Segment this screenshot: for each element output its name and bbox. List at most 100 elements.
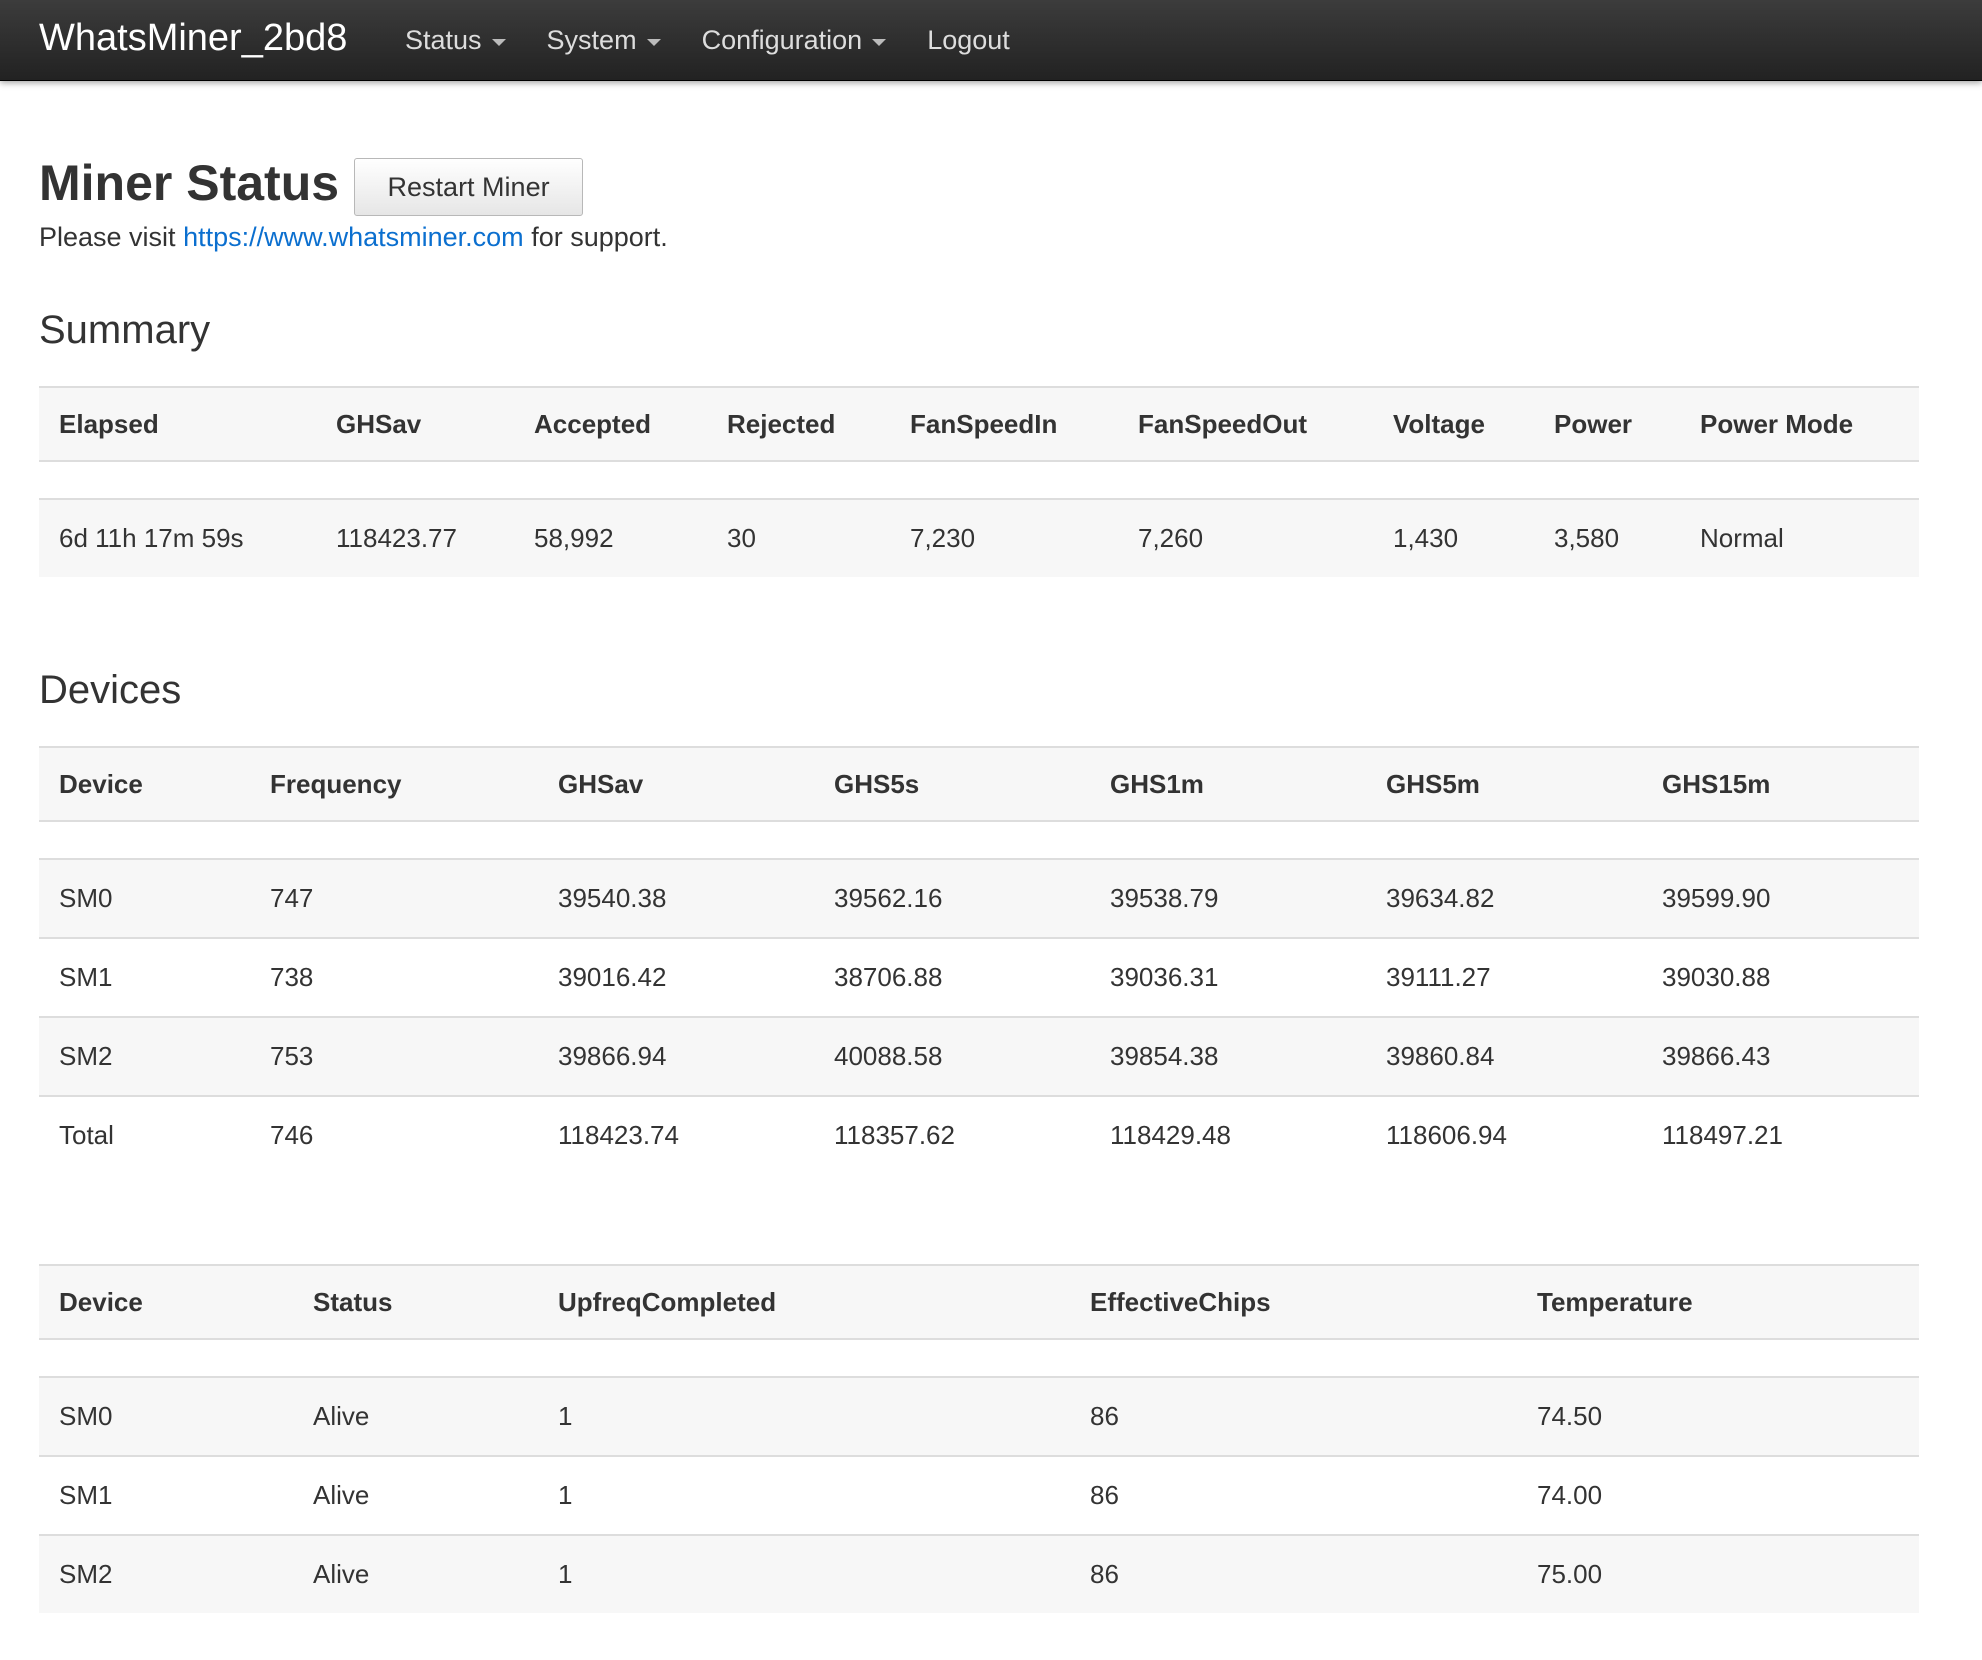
- column-header: GHS15m: [1642, 746, 1919, 822]
- table-row: SM2 Alive 1 86 75.00: [39, 1535, 1919, 1613]
- table-spacer-row: [39, 1339, 1919, 1378]
- table-cell: 1: [538, 1456, 1070, 1536]
- table-cell: 39111.27: [1366, 938, 1642, 1018]
- table-row: SM0 747 39540.38 39562.16 39538.79 39634…: [39, 859, 1919, 939]
- column-header: EffectiveChips: [1070, 1264, 1517, 1340]
- devices-table: Device Frequency GHSav GHS5s GHS1m GHS5m…: [39, 746, 1919, 1174]
- table-cell: 7,230: [890, 499, 1118, 577]
- column-header: GHS5m: [1366, 746, 1642, 822]
- table-cell: 39860.84: [1366, 1017, 1642, 1097]
- table-cell: 75.00: [1517, 1535, 1919, 1613]
- column-header: Device: [39, 1264, 293, 1340]
- column-header: FanSpeedOut: [1118, 386, 1373, 462]
- support-link[interactable]: https://www.whatsminer.com: [183, 222, 524, 252]
- table-cell: SM2: [39, 1017, 250, 1097]
- page-title: Miner Status: [39, 155, 340, 211]
- table-cell: 39016.42: [538, 938, 814, 1018]
- column-header: Power Mode: [1680, 386, 1919, 462]
- table-cell: SM0: [39, 859, 250, 939]
- table-cell: 86: [1070, 1535, 1517, 1613]
- table-cell: 3,580: [1534, 499, 1680, 577]
- nav-logout-link[interactable]: Logout: [927, 25, 1010, 56]
- table-header-row: Device Frequency GHSav GHS5s GHS1m GHS5m…: [39, 746, 1919, 822]
- table-cell: 7,260: [1118, 499, 1373, 577]
- column-header: GHS1m: [1090, 746, 1366, 822]
- column-header: UpfreqCompleted: [538, 1264, 1070, 1340]
- nav-status-label: Status: [405, 24, 482, 55]
- device-status-table: Device Status UpfreqCompleted EffectiveC…: [39, 1264, 1919, 1613]
- table-cell: Alive: [293, 1456, 538, 1536]
- summary-title: Summary: [39, 308, 211, 352]
- nav-system-menu[interactable]: System: [547, 25, 661, 56]
- table-spacer-row: [39, 821, 1919, 860]
- table-cell: 1: [538, 1377, 1070, 1457]
- table-cell: 40088.58: [814, 1017, 1090, 1097]
- table-cell: Alive: [293, 1377, 538, 1457]
- table-row: SM1 Alive 1 86 74.00: [39, 1456, 1919, 1536]
- table-cell: SM1: [39, 938, 250, 1018]
- nav-system-label: System: [546, 24, 637, 55]
- brand-title[interactable]: WhatsMiner_2bd8: [39, 0, 347, 80]
- table-row: Total 746 118423.74 118357.62 118429.48 …: [39, 1096, 1919, 1174]
- column-header: Accepted: [514, 386, 707, 462]
- column-header: Power: [1534, 386, 1680, 462]
- support-suffix: for support.: [523, 222, 668, 252]
- table-cell: 74.00: [1517, 1456, 1919, 1536]
- table-cell: SM2: [39, 1535, 293, 1613]
- table-row: SM2 753 39866.94 40088.58 39854.38 39860…: [39, 1017, 1919, 1097]
- table-row: SM1 738 39016.42 38706.88 39036.31 39111…: [39, 938, 1919, 1018]
- table-cell: 6d 11h 17m 59s: [39, 499, 316, 577]
- table-cell: 38706.88: [814, 938, 1090, 1018]
- table-cell: 39538.79: [1090, 859, 1366, 939]
- table-row: 6d 11h 17m 59s 118423.77 58,992 30 7,230…: [39, 499, 1919, 577]
- table-cell: 746: [250, 1096, 538, 1174]
- column-header: Rejected: [707, 386, 890, 462]
- restart-miner-button[interactable]: Restart Miner: [354, 158, 584, 216]
- table-cell: 39866.94: [538, 1017, 814, 1097]
- support-prefix: Please visit: [39, 222, 184, 252]
- caret-down-icon: [646, 38, 661, 46]
- title-row: Miner Status Restart Miner: [39, 154, 584, 216]
- table-cell: Total: [39, 1096, 250, 1174]
- table-cell: Normal: [1680, 499, 1919, 577]
- table-cell: 1,430: [1373, 499, 1534, 577]
- table-cell: 118497.21: [1642, 1096, 1919, 1174]
- top-navbar: WhatsMiner_2bd8 Status System Configurat…: [0, 0, 1982, 81]
- column-header: GHSav: [316, 386, 514, 462]
- nav-configuration-label: Configuration: [701, 24, 863, 55]
- table-cell: 86: [1070, 1377, 1517, 1457]
- nav-logout-label: Logout: [927, 24, 1010, 55]
- column-header: Elapsed: [39, 386, 316, 462]
- table-cell: 738: [250, 938, 538, 1018]
- table-cell: Alive: [293, 1535, 538, 1613]
- table-header-row: Elapsed GHSav Accepted Rejected FanSpeed…: [39, 386, 1919, 462]
- table-cell: 39540.38: [538, 859, 814, 939]
- nav-configuration-menu[interactable]: Configuration: [702, 25, 887, 56]
- support-text: Please visit https://www.whatsminer.com …: [39, 220, 668, 254]
- table-cell: SM1: [39, 1456, 293, 1536]
- table-cell: 74.50: [1517, 1377, 1919, 1457]
- table-cell: 39634.82: [1366, 859, 1642, 939]
- table-cell: 747: [250, 859, 538, 939]
- column-header: Temperature: [1517, 1264, 1919, 1340]
- caret-down-icon: [872, 38, 887, 46]
- table-cell: 39866.43: [1642, 1017, 1919, 1097]
- table-cell: 39599.90: [1642, 859, 1919, 939]
- table-row: SM0 Alive 1 86 74.50: [39, 1377, 1919, 1457]
- table-cell: 118429.48: [1090, 1096, 1366, 1174]
- table-cell: 30: [707, 499, 890, 577]
- table-cell: SM0: [39, 1377, 293, 1457]
- table-cell: 118357.62: [814, 1096, 1090, 1174]
- devices-title: Devices: [39, 668, 182, 712]
- table-cell: 39562.16: [814, 859, 1090, 939]
- nav-status-menu[interactable]: Status: [405, 25, 506, 56]
- column-header: Frequency: [250, 746, 538, 822]
- table-cell: 39036.31: [1090, 938, 1366, 1018]
- column-header: FanSpeedIn: [890, 386, 1118, 462]
- table-cell: 86: [1070, 1456, 1517, 1536]
- table-cell: 58,992: [514, 499, 707, 577]
- column-header: Status: [293, 1264, 538, 1340]
- table-spacer-row: [39, 461, 1919, 500]
- column-header: Device: [39, 746, 250, 822]
- column-header: Voltage: [1373, 386, 1534, 462]
